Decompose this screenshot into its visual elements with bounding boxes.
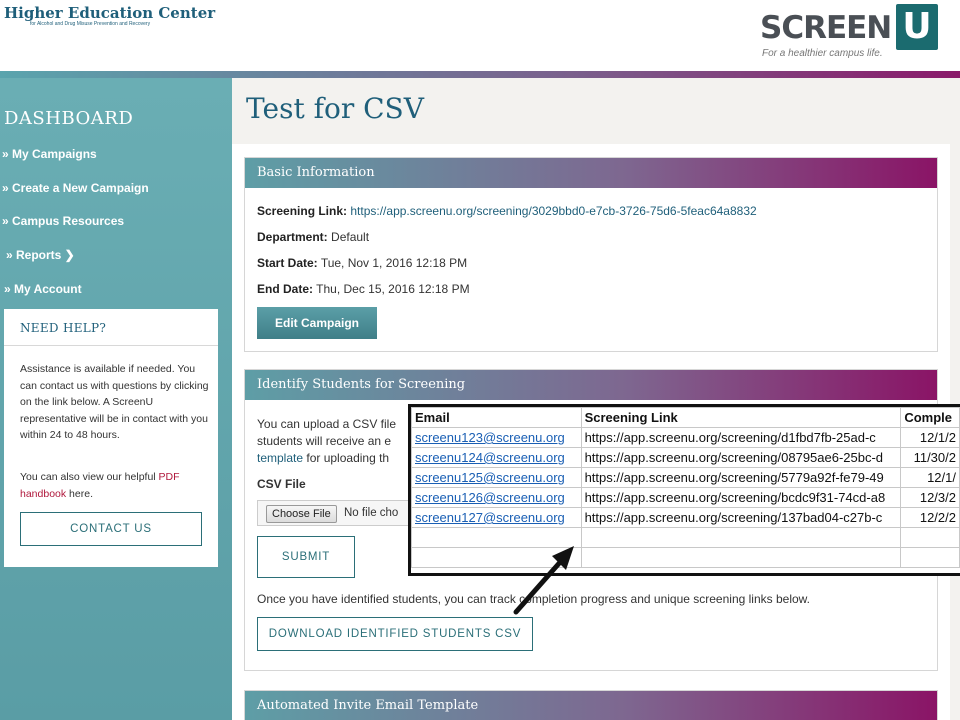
contact-us-button[interactable]: CONTACT US <box>20 512 202 546</box>
identify-line-2: students will receive an e <box>257 434 392 448</box>
department-label: Department: <box>257 230 328 244</box>
header-accent-bar <box>0 71 960 78</box>
logo-text: SCREEN <box>760 10 892 46</box>
table-row: screenu123@screenu.org https://app.scree… <box>411 427 960 448</box>
invite-email-panel: Automated Invite Email Template <box>244 690 938 720</box>
empty-cell <box>580 547 902 568</box>
empty-row <box>411 547 960 568</box>
site-header: Higher Education Center for Alcohol and … <box>0 0 960 72</box>
empty-cell <box>900 527 960 548</box>
empty-row <box>411 527 960 548</box>
date-cell: 12/1/2 <box>900 427 960 448</box>
edit-campaign-button[interactable]: Edit Campaign <box>257 307 377 339</box>
email-cell[interactable]: screenu125@screenu.org <box>411 467 582 488</box>
basic-info-title: Basic Information <box>257 165 375 180</box>
sidebar-item-my-campaigns[interactable]: » My Campaigns <box>2 147 97 161</box>
help-title: NEED HELP? <box>20 321 107 335</box>
table-header-row: Email Screening Link Comple <box>411 407 960 428</box>
column-header-email: Email <box>411 407 582 428</box>
no-file-text: No file cho <box>344 507 399 519</box>
help-box: NEED HELP? Assistance is available if ne… <box>4 309 218 567</box>
table-row: screenu124@screenu.org https://app.scree… <box>411 447 960 468</box>
table-row: screenu125@screenu.org https://app.scree… <box>411 467 960 488</box>
sidebar-item-campus-resources[interactable]: » Campus Resources <box>2 214 124 228</box>
table-row: screenu126@screenu.org https://app.scree… <box>411 487 960 508</box>
department-row: Department: Default <box>257 230 369 244</box>
link-cell: https://app.screenu.org/screening/08795a… <box>580 447 902 468</box>
date-cell: 12/3/2 <box>900 487 960 508</box>
invite-email-title: Automated Invite Email Template <box>257 698 479 713</box>
download-students-csv-button[interactable]: DOWNLOAD IDENTIFIED STUDENTS CSV <box>257 617 533 651</box>
choose-file-button[interactable]: Choose File <box>266 505 337 523</box>
logo-tagline: For a healthier campus life. <box>762 48 883 59</box>
identify-line-3: template for uploading th <box>257 450 413 467</box>
main-area: Test for CSV Basic Information Screening… <box>232 78 960 720</box>
date-cell: 12/1/ <box>900 467 960 488</box>
identify-students-title: Identify Students for Screening <box>257 377 466 392</box>
invite-email-header: Automated Invite Email Template <box>245 691 937 720</box>
start-date-row: Start Date: Tue, Nov 1, 2016 12:18 PM <box>257 256 467 270</box>
basic-info-header: Basic Information <box>245 158 937 188</box>
link-cell: https://app.screenu.org/screening/bcdc9f… <box>580 487 902 508</box>
end-date-label: End Date: <box>257 282 314 296</box>
help-handbook-post: here. <box>66 487 93 500</box>
start-date-value: Tue, Nov 1, 2016 12:18 PM <box>320 256 468 270</box>
empty-cell <box>580 527 902 548</box>
help-divider <box>4 345 218 346</box>
sidebar-title: DASHBOARD <box>4 108 134 129</box>
sidebar-item-create-campaign[interactable]: » Create a New Campaign <box>2 181 149 195</box>
table-row: screenu127@screenu.org https://app.scree… <box>411 507 960 528</box>
link-cell: https://app.screenu.org/screening/137bad… <box>580 507 902 528</box>
help-text: Assistance is available if needed. You c… <box>20 363 209 441</box>
end-date-value: Thu, Dec 15, 2016 12:18 PM <box>316 282 470 296</box>
email-cell[interactable]: screenu126@screenu.org <box>411 487 582 508</box>
submit-button[interactable]: SUBMIT <box>257 536 355 578</box>
column-header-screening-link: Screening Link <box>580 407 902 428</box>
email-cell[interactable]: screenu124@screenu.org <box>411 447 582 468</box>
screening-link-row: Screening Link: https://app.screenu.org/… <box>257 204 757 218</box>
help-handbook-text: You can also view our helpful PDF handbo… <box>20 469 210 502</box>
csv-table: Email Screening Link Comple screenu123@s… <box>411 407 960 568</box>
link-cell: https://app.screenu.org/screening/5779a9… <box>580 467 902 488</box>
csv-file-input[interactable]: Choose File No file cho <box>257 500 417 526</box>
page-title-bar: Test for CSV <box>232 78 950 144</box>
start-date-label: Start Date: <box>257 256 318 270</box>
email-cell[interactable]: screenu123@screenu.org <box>411 427 582 448</box>
arrow-icon <box>513 546 574 615</box>
org-title[interactable]: Higher Education Center <box>4 4 215 22</box>
sidebar-item-reports[interactable]: » Reports ❯ <box>6 248 75 262</box>
email-cell[interactable]: screenu127@screenu.org <box>411 507 582 528</box>
screenu-logo[interactable]: SCREEN U For a healthier campus life. <box>760 4 940 64</box>
org-subtitle: for Alcohol and Drug Misuse Prevention a… <box>30 21 151 27</box>
sidebar: DASHBOARD » My Campaigns » Create a New … <box>0 78 232 720</box>
date-cell: 11/30/2 <box>900 447 960 468</box>
csv-file-label: CSV File <box>257 477 306 491</box>
screening-link-label: Screening Link: <box>257 204 348 218</box>
basic-info-panel: Basic Information Screening Link: https:… <box>244 157 938 352</box>
end-date-row: End Date: Thu, Dec 15, 2016 12:18 PM <box>257 282 470 296</box>
identify-line-1: You can upload a CSV file <box>257 417 396 431</box>
page-title: Test for CSV <box>246 92 424 125</box>
column-header-completed: Comple <box>900 407 960 428</box>
template-link[interactable]: template <box>257 451 303 465</box>
csv-spreadsheet-overlay: Email Screening Link Comple screenu123@s… <box>408 404 960 576</box>
logo-letter: U <box>896 4 938 50</box>
identify-line-3-rest: for uploading th <box>303 451 390 465</box>
date-cell: 12/2/2 <box>900 507 960 528</box>
empty-cell <box>900 547 960 568</box>
help-handbook-pre: You can also view our helpful <box>20 471 159 483</box>
department-value: Default <box>331 230 370 244</box>
sidebar-item-my-account[interactable]: » My Account <box>4 282 82 296</box>
screening-link[interactable]: https://app.screenu.org/screening/3029bb… <box>350 204 756 218</box>
link-cell: https://app.screenu.org/screening/d1fbd7… <box>580 427 902 448</box>
identify-students-header: Identify Students for Screening <box>245 370 937 400</box>
